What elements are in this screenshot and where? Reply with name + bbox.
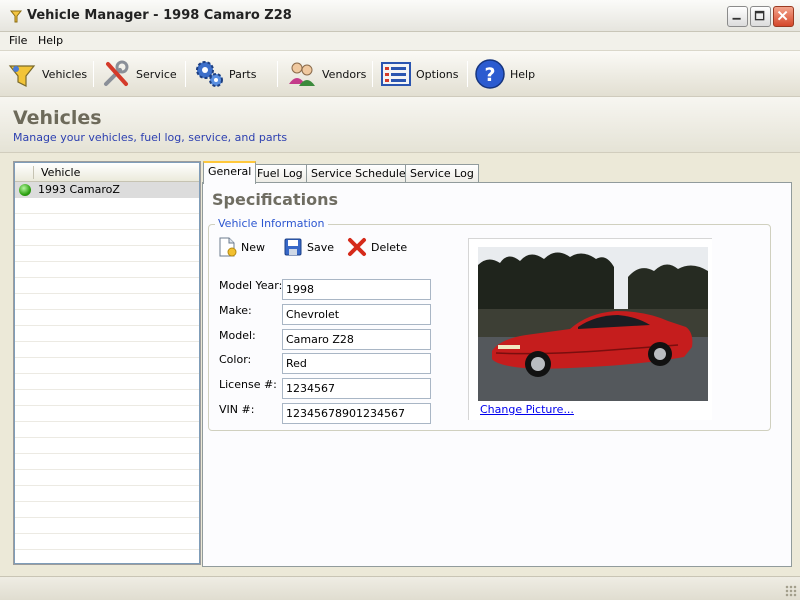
toolbar-options-button[interactable]: Options	[380, 56, 458, 92]
page-header: Vehicles Manage your vehicles, fuel log,…	[0, 97, 800, 153]
toolbar-help-button[interactable]: ? Help	[474, 56, 535, 92]
toolbar-parts-button[interactable]: Parts	[193, 56, 256, 92]
toolbar-service-button[interactable]: Service	[100, 56, 177, 92]
toolbar-separator	[277, 61, 278, 87]
delete-button[interactable]: Delete	[347, 237, 407, 257]
vehicle-column-header[interactable]: Vehicle	[41, 166, 80, 179]
toolbar-vehicles-label: Vehicles	[42, 67, 88, 81]
vehicles-icon	[8, 65, 36, 87]
license-label: License #:	[219, 378, 277, 391]
toolbar-vendors-button[interactable]: Vendors	[286, 56, 366, 92]
window-title: Vehicle Manager - 1998 Camaro Z28	[27, 8, 292, 23]
toolbar-separator	[185, 61, 186, 87]
menu-bar: File Help	[0, 32, 800, 51]
new-label: New	[241, 240, 265, 254]
change-picture-link[interactable]: Change Picture...	[480, 403, 574, 416]
column-divider	[33, 166, 34, 179]
vehicle-list-header[interactable]: Vehicle	[15, 163, 199, 182]
floppy-disk-icon	[284, 238, 302, 256]
maximize-icon	[754, 10, 765, 21]
list-item[interactable]: 1993 CamaroZ	[15, 182, 199, 198]
toolbar-vendors-label: Vendors	[322, 67, 367, 81]
vehicle-photo	[478, 247, 708, 401]
title-bar[interactable]: Vehicle Manager - 1998 Camaro Z28	[0, 0, 800, 32]
close-icon	[777, 10, 788, 21]
tab-general[interactable]: General	[203, 161, 257, 184]
minimize-button[interactable]	[727, 6, 748, 27]
color-label: Color:	[219, 353, 252, 366]
color-field[interactable]	[282, 353, 431, 374]
status-dot-icon	[19, 184, 31, 196]
make-field[interactable]	[282, 304, 431, 325]
toolbar: Vehicles Service Parts Vendors Options ?…	[0, 51, 800, 97]
tab-service-log[interactable]: Service Log	[405, 164, 479, 183]
new-document-icon	[219, 237, 237, 257]
menu-help[interactable]: Help	[38, 34, 63, 47]
model-year-field[interactable]	[282, 279, 431, 300]
toolbar-options-label: Options	[416, 67, 459, 81]
vehicle-information-label: Vehicle Information	[215, 217, 328, 230]
model-field[interactable]	[282, 329, 431, 350]
page-subtitle: Manage your vehicles, fuel log, service,…	[13, 131, 288, 144]
delete-x-icon	[348, 238, 366, 256]
app-icon	[9, 10, 23, 23]
license-field[interactable]	[282, 378, 431, 399]
toolbar-separator	[467, 61, 468, 87]
toolbar-service-label: Service	[136, 67, 177, 81]
toolbar-help-label: Help	[510, 67, 536, 81]
toolbar-vehicles-button[interactable]: Vehicles	[6, 56, 87, 92]
make-label: Make:	[219, 304, 252, 317]
minimize-icon	[732, 17, 741, 20]
empty-list-rows	[15, 198, 199, 563]
svg-text:?: ?	[484, 64, 495, 86]
tab-service-schedule[interactable]: Service Schedule	[306, 164, 411, 183]
page-title: Vehicles	[13, 107, 102, 129]
close-button[interactable]	[773, 6, 794, 27]
wrench-screwdriver-icon	[104, 60, 129, 86]
save-button[interactable]: Save	[283, 237, 334, 257]
help-icon: ?	[475, 59, 505, 89]
tab-fuel-log[interactable]: Fuel Log	[252, 164, 308, 183]
people-icon	[289, 62, 315, 86]
options-list-icon	[381, 62, 411, 86]
gears-icon	[196, 61, 223, 87]
model-label: Model:	[219, 329, 256, 342]
delete-label: Delete	[371, 240, 408, 254]
toolbar-separator	[372, 61, 373, 87]
specifications-title: Specifications	[212, 190, 338, 209]
vin-field[interactable]	[282, 403, 431, 424]
maximize-button[interactable]	[750, 6, 771, 27]
model-year-label: Model Year:	[219, 279, 283, 292]
status-bar	[0, 576, 800, 600]
save-label: Save	[307, 240, 335, 254]
vin-label: VIN #:	[219, 403, 255, 416]
resize-grip-icon[interactable]	[785, 585, 797, 597]
menu-file[interactable]: File	[9, 34, 27, 47]
vehicle-name: 1993 CamaroZ	[38, 183, 120, 196]
toolbar-parts-label: Parts	[229, 67, 257, 81]
toolbar-separator	[93, 61, 94, 87]
vehicle-list[interactable]: Vehicle 1993 CamaroZ	[13, 161, 201, 565]
new-button[interactable]: New	[217, 237, 265, 257]
